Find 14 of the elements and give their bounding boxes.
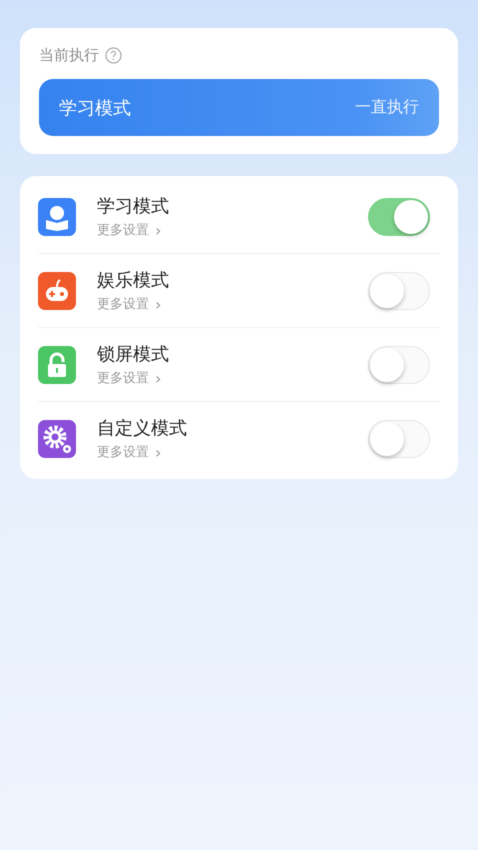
more-settings-link[interactable]: 更多设置 ›	[97, 442, 368, 462]
duration-label: 一直执行	[355, 97, 419, 118]
more-settings-link[interactable]: 更多设置 ›	[97, 294, 368, 314]
more-settings-link[interactable]: 更多设置 ›	[97, 220, 368, 240]
mode-name: 自定义模式	[97, 416, 188, 440]
section-label: 当前执行	[39, 46, 99, 65]
help-icon[interactable]	[105, 47, 122, 64]
more-settings-link[interactable]: 更多设置 ›	[97, 368, 368, 388]
mode-name: 学习模式	[59, 96, 131, 120]
toggle-switch[interactable]	[368, 198, 430, 236]
current-mode-banner[interactable]: 学习模式 一直执行	[39, 79, 439, 136]
mode-name: 锁屏模式	[97, 342, 170, 366]
mode-name: 娱乐模式	[97, 268, 170, 292]
mode-name: 学习模式	[97, 194, 170, 218]
